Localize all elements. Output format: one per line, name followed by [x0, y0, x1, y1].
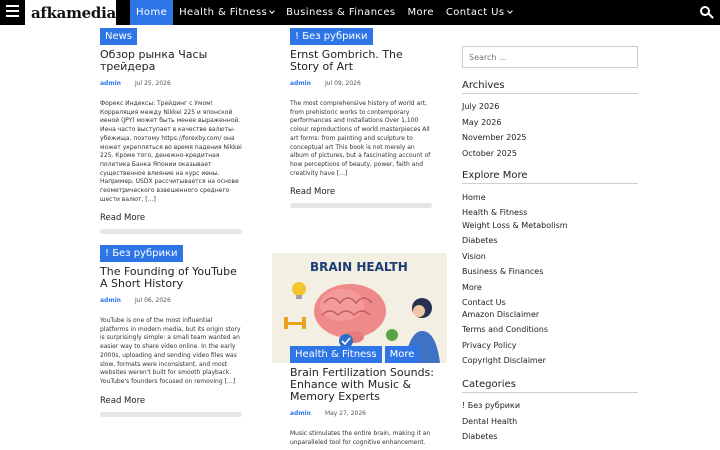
post-title[interactable]: Brain Fertilization Sounds: Enhance with…	[290, 367, 440, 403]
category-badge[interactable]: News	[100, 28, 138, 45]
post-author[interactable]: admin	[100, 80, 121, 87]
explore-link-contact-us[interactable]: Contact Us	[462, 298, 506, 307]
post-card: Health & Fitness More Brain Fertilizatio…	[290, 346, 440, 447]
nav-label: Health & Fitness	[179, 7, 268, 18]
post-excerpt: The most comprehensive history of world …	[290, 100, 431, 177]
archive-link[interactable]: July 2026	[462, 102, 499, 111]
archive-link[interactable]: November 2025	[462, 133, 527, 142]
archive-link[interactable]: October 2025	[462, 149, 517, 158]
post-title[interactable]: Ernst Gombrich. The Story of Art	[290, 49, 432, 73]
explore-link-diabetes[interactable]: Diabetes	[462, 236, 498, 245]
nav-item-business-finances[interactable]: Business & Finances	[280, 0, 401, 25]
main-nav: Home Health & Fitness Business & Finance…	[130, 0, 518, 25]
post-card: ! Без рубрики Ernst Gombrich. The Story …	[290, 28, 432, 209]
chevron-down-icon	[269, 8, 276, 14]
nav-item-home[interactable]: Home	[130, 0, 174, 25]
post-author[interactable]: admin	[100, 297, 121, 304]
sidebar-search-input[interactable]	[462, 46, 638, 68]
explore-link-home[interactable]: Home	[462, 193, 486, 202]
post-excerpt: Форекс Индексы: Трейдинг с Умом! Корреля…	[100, 100, 242, 203]
read-more-link[interactable]: Read More	[290, 187, 432, 197]
category-badge[interactable]: More	[384, 346, 420, 363]
nav-label: Home	[136, 7, 168, 18]
post-excerpt: YouTube is one of the most influential p…	[100, 317, 241, 385]
nav-label: Contact Us	[445, 7, 505, 18]
post-card: ! Без рубрики The Founding of YouTube A …	[100, 245, 242, 417]
hamburger-menu-icon[interactable]	[6, 5, 19, 19]
nav-item-more[interactable]: More	[402, 0, 440, 25]
categories-widget-title: Categories	[462, 379, 638, 393]
category-badge[interactable]: ! Без рубрики	[290, 28, 373, 45]
nav-item-contact-us[interactable]: Contact Us	[440, 0, 518, 25]
explore-link-amazon-disclaimer[interactable]: Amazon Disclaimer	[462, 310, 539, 319]
nav-item-health-fitness[interactable]: Health & Fitness	[173, 0, 280, 25]
explore-widget-title: Explore More	[462, 170, 638, 184]
archive-link[interactable]: May 2026	[462, 118, 501, 127]
post-date: Jul 25, 2026	[134, 80, 171, 87]
explore-link-terms[interactable]: Terms and Conditions	[462, 325, 548, 334]
nav-label: More	[407, 7, 434, 18]
category-link[interactable]: Dental Health	[462, 417, 517, 426]
explore-link-more[interactable]: More	[462, 283, 482, 292]
explore-link-vision[interactable]: Vision	[462, 252, 486, 261]
image-heading: BRAIN HEALTH	[310, 260, 408, 274]
post-author[interactable]: admin	[290, 410, 311, 417]
explore-link-weight-loss[interactable]: Weight Loss & Metabolism	[462, 221, 568, 230]
post-title[interactable]: The Founding of YouTube A Short History	[100, 266, 242, 290]
explore-link-business-finances[interactable]: Business & Finances	[462, 267, 543, 276]
search-icon[interactable]	[700, 6, 714, 20]
post-divider	[290, 203, 432, 209]
read-more-link[interactable]: Read More	[100, 213, 242, 223]
post-date: Jul 06, 2026	[134, 297, 171, 304]
category-link[interactable]: Diabetes	[462, 432, 498, 441]
category-badge[interactable]: ! Без рубрики	[100, 245, 183, 262]
site-logo-text: afkamedia	[31, 3, 116, 22]
read-more-link[interactable]: Read More	[100, 396, 242, 406]
explore-link-copyright[interactable]: Copyright Disclaimer	[462, 356, 546, 365]
post-date: Jul 09, 2026	[324, 80, 361, 87]
post-divider	[100, 229, 242, 235]
explore-link-health-fitness[interactable]: Health & Fitness	[462, 208, 527, 217]
post-date: May 27, 2026	[324, 410, 366, 417]
post-card: News Обзор рынка Часы трейдера admin Jul …	[100, 28, 242, 235]
post-title[interactable]: Обзор рынка Часы трейдера	[100, 49, 242, 73]
category-badge[interactable]: Health & Fitness	[290, 346, 382, 363]
archives-widget-title: Archives	[462, 80, 638, 94]
explore-link-privacy[interactable]: Privacy Policy	[462, 341, 517, 350]
chevron-down-icon	[506, 8, 513, 14]
nav-label: Business & Finances	[286, 7, 396, 18]
post-divider	[100, 411, 242, 417]
site-logo[interactable]: afkamedia	[25, 0, 116, 25]
category-link[interactable]: ! Без рубрики	[462, 401, 520, 410]
post-excerpt: Music stimulates the entire brain, makin…	[290, 430, 431, 446]
top-navigation-bar: afkamedia Home Health & Fitness Business…	[0, 0, 720, 25]
post-author[interactable]: admin	[290, 80, 311, 87]
